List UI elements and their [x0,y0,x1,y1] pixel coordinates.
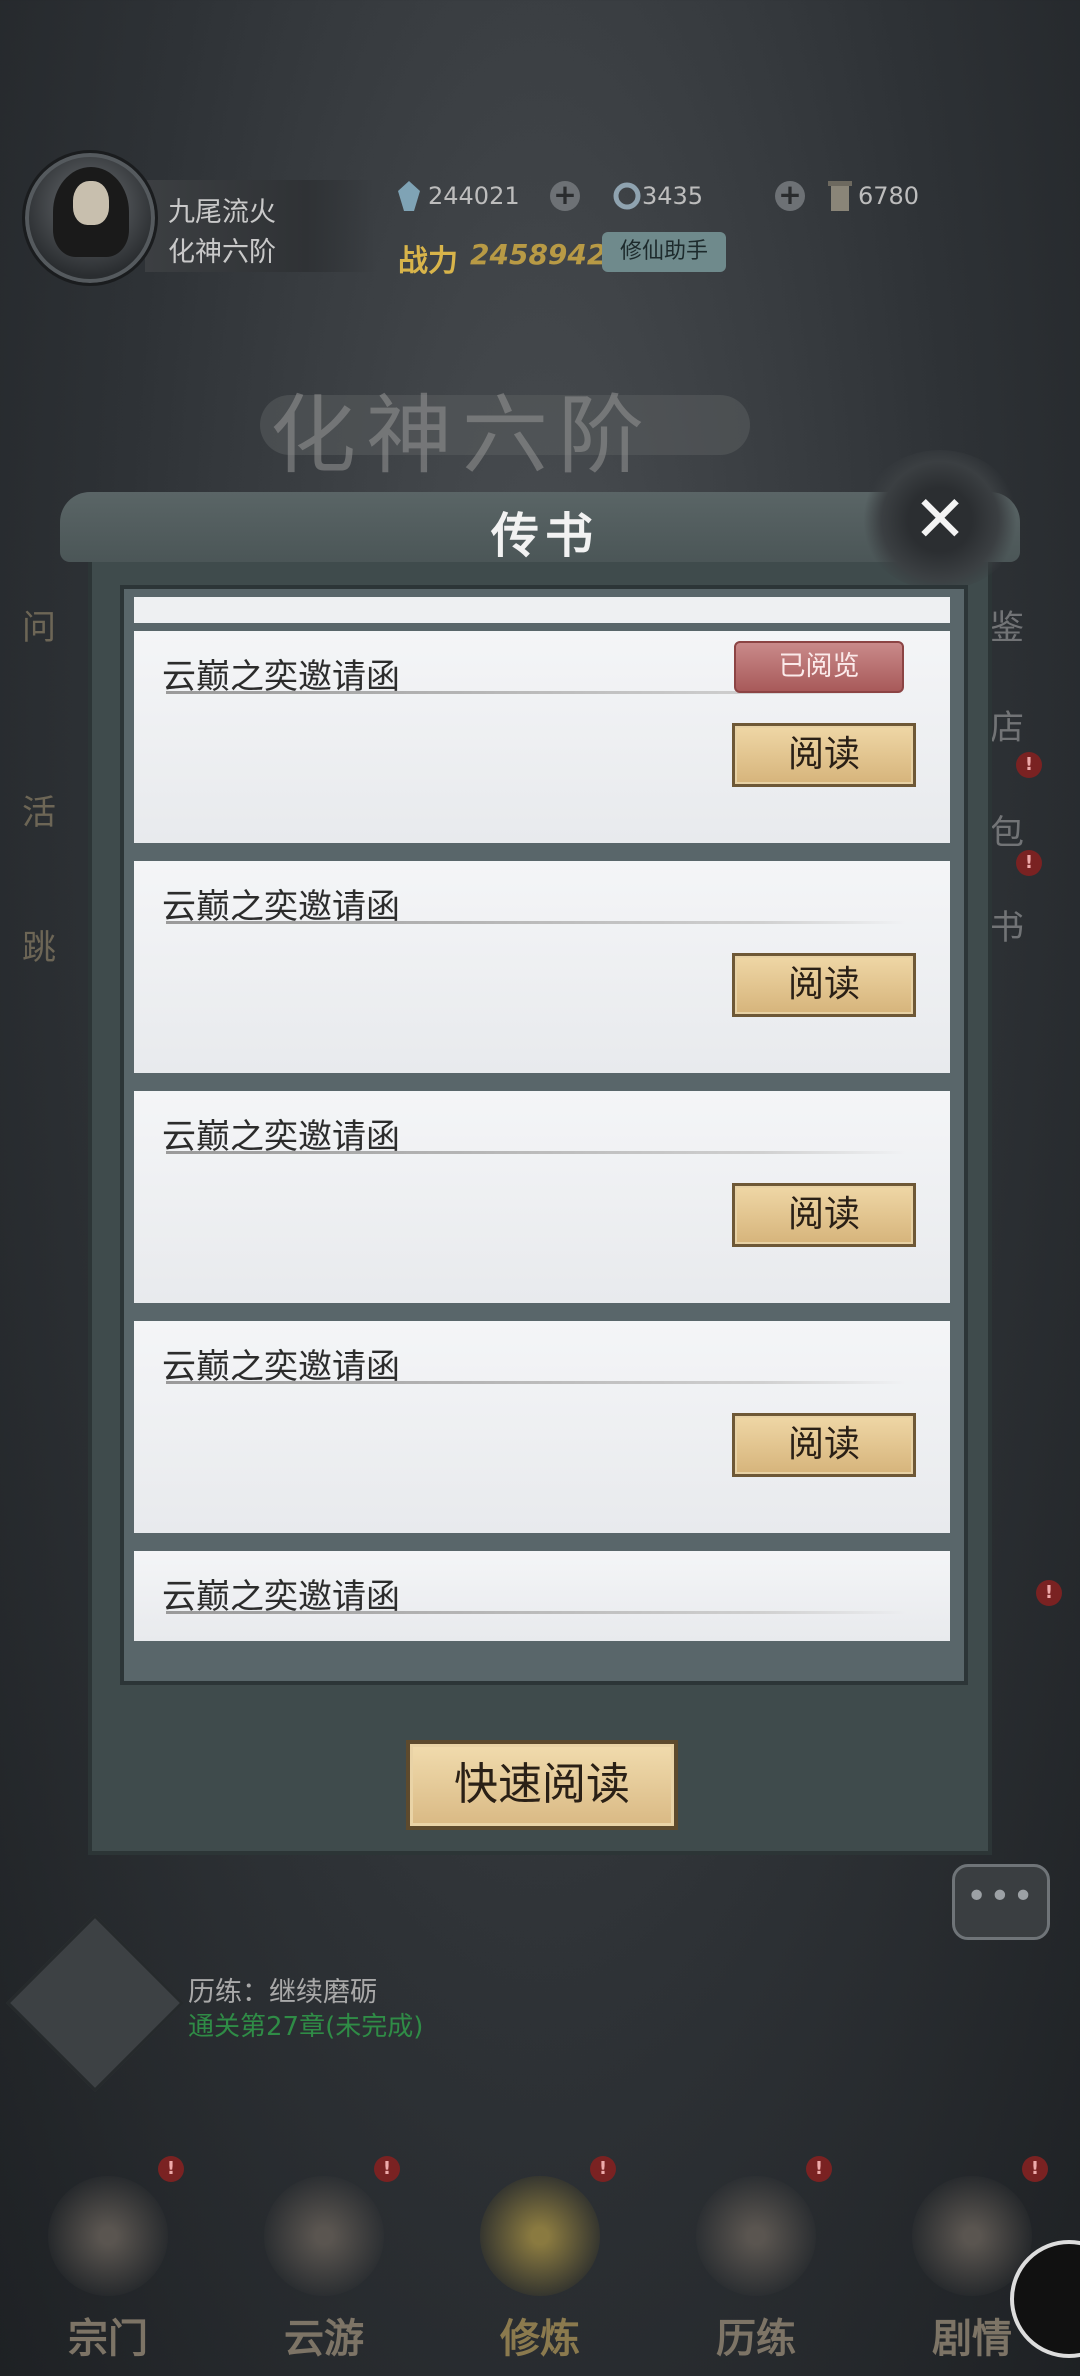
side-label-dian[interactable]: 店 [990,700,1024,749]
divider [166,1381,906,1384]
task-label[interactable]: 历练：继续磨砺 [188,1970,377,2009]
task-avatar[interactable] [5,1913,185,2093]
dialog-title: 传书 [490,508,599,564]
notify-dot: ! [1016,850,1042,876]
player-avatar[interactable] [22,150,158,286]
mail-item: 云巅之奕邀请函 [134,1551,950,1641]
mail-item: 云巅之奕邀请函 已阅览 阅读 [134,631,950,843]
mail-list[interactable]: 云巅之奕邀请函 已阅览 阅读 云巅之奕邀请函 阅读 云巅之奕邀请函 阅读 云巅之… [120,585,968,1685]
scroll-icon [828,181,852,211]
notify-dot: ! [1022,2156,1048,2182]
trial-icon [696,2176,816,2296]
cultivation-helper-button[interactable]: 修仙助手 [602,232,726,272]
side-label-jian[interactable]: 鉴 [990,600,1024,649]
read-button[interactable]: 阅读 [732,1183,916,1247]
nav-label: 宗门 [68,2315,148,2362]
scroll-value: 6780 [858,182,920,210]
read-button[interactable]: 阅读 [732,1413,916,1477]
close-icon[interactable]: ✕ [900,480,980,560]
cultivate-icon [480,2176,600,2296]
divider [166,921,906,924]
mountain-icon [264,2176,384,2296]
side-label-bao[interactable]: 包 [990,805,1024,854]
realm-title: 化神六阶 [270,386,654,486]
nav-label: 历练 [716,2315,796,2362]
mail-item: 云巅之奕邀请函 阅读 [134,1091,950,1303]
chat-icon: ••• [966,1876,1036,1917]
ring-icon [612,181,641,211]
nav-cultivate[interactable]: ! 修炼 [450,2156,630,2376]
crystal-value: 244021 [428,182,520,210]
bottom-nav: ! 宗门 ! 云游 ! 修炼 ! 历练 ! 剧情 [0,2080,1080,2376]
sect-icon [48,2176,168,2296]
notify-dot: ! [1036,1580,1062,1606]
mail-item: 云巅之奕邀请函 阅读 [134,861,950,1073]
mail-item: 云巅之奕邀请函 阅读 [134,1321,950,1533]
power-value: 2458942 [470,238,607,271]
nav-travel[interactable]: ! 云游 [234,2156,414,2376]
read-button[interactable]: 阅读 [732,953,916,1017]
power-label: 战力 [398,244,458,279]
nav-trial[interactable]: ! 历练 [666,2156,846,2376]
side-label-tiao[interactable]: 跳 [22,920,56,969]
notify-dot: ! [806,2156,832,2182]
avatar-face [73,181,109,225]
crystal-icon [398,181,420,211]
add-crystal-button[interactable]: + [550,181,580,211]
nav-label: 修炼 [500,2315,580,2362]
notify-dot: ! [1016,752,1042,778]
resource-scroll: 6780 [828,176,919,216]
side-label-huo[interactable]: 活 [22,785,56,834]
player-rank: 化神六阶 [168,237,276,268]
add-ring-button[interactable]: + [775,181,805,211]
notify-dot: ! [158,2156,184,2182]
divider [166,1611,906,1614]
task-progress: 通关第27章(未完成) [188,2012,424,2042]
divider [166,1151,906,1154]
read-button[interactable]: 阅读 [732,723,916,787]
side-label-shu[interactable]: 书 [990,900,1024,949]
notify-dot: ! [590,2156,616,2182]
read-status-badge: 已阅览 [734,641,904,693]
resource-crystal: 244021 [398,176,520,216]
ring-value: 3435 [642,182,704,210]
list-item-partial [134,597,950,623]
nav-sect[interactable]: ! 宗门 [18,2156,198,2376]
side-label-wen[interactable]: 问 [22,600,56,649]
notify-dot: ! [374,2156,400,2182]
resource-ring: 3435 [612,176,703,216]
quick-read-button[interactable]: 快速阅读 [406,1740,678,1830]
player-name: 九尾流火 [168,197,276,228]
nav-label: 云游 [284,2315,364,2362]
